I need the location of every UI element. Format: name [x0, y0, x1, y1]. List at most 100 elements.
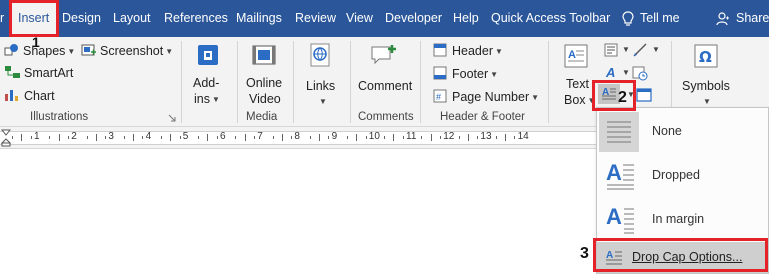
- ruler-tick: [170, 134, 171, 141]
- svg-text:A: A: [568, 49, 576, 61]
- ruler-tick: [496, 136, 497, 139]
- tab-developer[interactable]: Developer: [385, 0, 442, 37]
- tab-help[interactable]: Help: [453, 0, 479, 37]
- svg-text:#: #: [436, 92, 441, 102]
- page-number-button[interactable]: Page Number ▼: [452, 90, 539, 104]
- text-box-label-1: Text: [566, 77, 589, 91]
- group-separator: [548, 41, 549, 123]
- chevron-down-icon: ▼: [67, 47, 76, 56]
- header-label: Header: [452, 44, 493, 58]
- drop-cap-dropped-icon: A: [606, 161, 634, 190]
- screenshot-label: Screenshot: [100, 44, 164, 58]
- ruler-number: 11: [406, 131, 417, 142]
- symbols-button[interactable]: Ω Symbols ▼: [678, 41, 734, 109]
- drop-cap-in-margin-item[interactable]: A In margin: [597, 198, 768, 242]
- ruler-tick: [477, 136, 478, 139]
- dialog-launcher-icon[interactable]: [168, 114, 176, 122]
- ruler-tick: [310, 136, 311, 139]
- links-button[interactable]: Links ▼: [300, 41, 342, 109]
- online-video-label-2: Video: [249, 92, 281, 106]
- addins-button[interactable]: Add- ins ▼: [188, 41, 228, 109]
- tab-references[interactable]: References: [164, 0, 228, 37]
- quick-parts-icon[interactable]: [604, 43, 618, 57]
- tab-review[interactable]: Review: [295, 0, 336, 37]
- ruler-tick: [514, 136, 515, 139]
- ruler-number: 1: [34, 131, 40, 142]
- tell-me-box[interactable]: Tell me: [622, 0, 680, 37]
- ruler-number: 9: [331, 131, 338, 142]
- chevron-down-icon: ▼: [622, 68, 630, 77]
- group-separator: [237, 41, 238, 123]
- signature-line-icon[interactable]: [632, 42, 648, 58]
- tab-mailings[interactable]: Mailings: [236, 0, 282, 37]
- tab-quick-access-toolbar[interactable]: Quick Access Toolbar: [491, 0, 610, 37]
- page-number-icon: #: [433, 89, 447, 103]
- share-button[interactable]: Share: [716, 0, 769, 37]
- footer-button[interactable]: Footer ▼: [452, 67, 498, 81]
- date-time-icon[interactable]: [632, 65, 648, 81]
- indent-marker-icon[interactable]: [1, 129, 11, 147]
- ruler-number: 4: [145, 131, 152, 142]
- highlight-box-options: [593, 238, 768, 272]
- ruler-tick: [366, 136, 367, 139]
- ruler-number: 12: [443, 131, 455, 142]
- group-separator: [181, 41, 182, 123]
- drop-cap-none-item[interactable]: None: [597, 110, 768, 154]
- ruler-tick: [505, 134, 506, 141]
- ruler-number: 13: [480, 131, 492, 142]
- globe-link-icon: [310, 43, 330, 67]
- ruler-number: 10: [368, 131, 380, 142]
- page-number-label: Page Number: [452, 90, 530, 104]
- callout-3: 3: [580, 245, 589, 262]
- chevron-down-icon: ▼: [165, 47, 174, 56]
- tab-design[interactable]: Design: [62, 0, 101, 37]
- smartart-icon: [5, 66, 20, 78]
- tab-view[interactable]: View: [346, 0, 373, 37]
- svg-text:A: A: [605, 65, 615, 79]
- footer-icon: [433, 66, 447, 80]
- ruler-tick: [207, 134, 208, 141]
- ruler-tick: [431, 134, 432, 141]
- ruler-tick: [217, 136, 218, 139]
- ruler-tick: [421, 136, 422, 139]
- chart-button[interactable]: Chart: [24, 89, 55, 103]
- shapes-icon: [4, 44, 18, 56]
- footer-label: Footer: [452, 67, 489, 81]
- links-label: Links: [306, 79, 336, 93]
- tab-cut-off[interactable]: r: [0, 0, 4, 37]
- drop-cap-in-margin-icon: A: [606, 205, 634, 234]
- online-video-button[interactable]: Online Video: [243, 41, 285, 109]
- chevron-down-icon: ▼: [622, 45, 630, 54]
- chevron-down-icon: ▼: [703, 97, 711, 106]
- smartart-button[interactable]: SmartArt: [24, 66, 73, 80]
- group-separator: [420, 41, 421, 123]
- ruler-tick: [319, 134, 320, 141]
- ruler-tick: [393, 134, 394, 141]
- ruler-tick: [161, 136, 162, 139]
- ruler-track: [0, 131, 600, 145]
- highlight-box-insert: [9, 0, 59, 37]
- tab-layout[interactable]: Layout: [113, 0, 151, 37]
- chart-icon: [5, 90, 18, 101]
- text-box-button[interactable]: A Text Box ▼: [558, 41, 595, 109]
- film-icon: [252, 45, 276, 65]
- header-button[interactable]: Header ▼: [452, 44, 503, 58]
- ruler-number: 14: [517, 131, 529, 142]
- ruler-number: 2: [71, 131, 77, 142]
- insert-object-icon[interactable]: [636, 88, 652, 102]
- comment-button[interactable]: Comment: [354, 41, 416, 109]
- chevron-down-icon: ▼: [495, 47, 503, 56]
- ruler-tick: [384, 136, 385, 139]
- chevron-down-icon: ▼: [211, 95, 220, 104]
- shapes-button[interactable]: Shapes ▼: [23, 44, 75, 58]
- shapes-label: Shapes: [23, 44, 66, 58]
- wordart-icon[interactable]: A: [604, 65, 618, 79]
- drop-cap-dropped-item[interactable]: A Dropped: [597, 154, 768, 198]
- ruler-tick: [96, 134, 97, 141]
- screenshot-button[interactable]: Screenshot ▼: [100, 44, 173, 58]
- ruler-tick: [68, 136, 69, 139]
- ruler-tick: [124, 136, 125, 139]
- tell-me-label: Tell me: [640, 11, 680, 25]
- lightbulb-icon: [622, 11, 634, 26]
- drop-cap-none-icon: [607, 121, 631, 143]
